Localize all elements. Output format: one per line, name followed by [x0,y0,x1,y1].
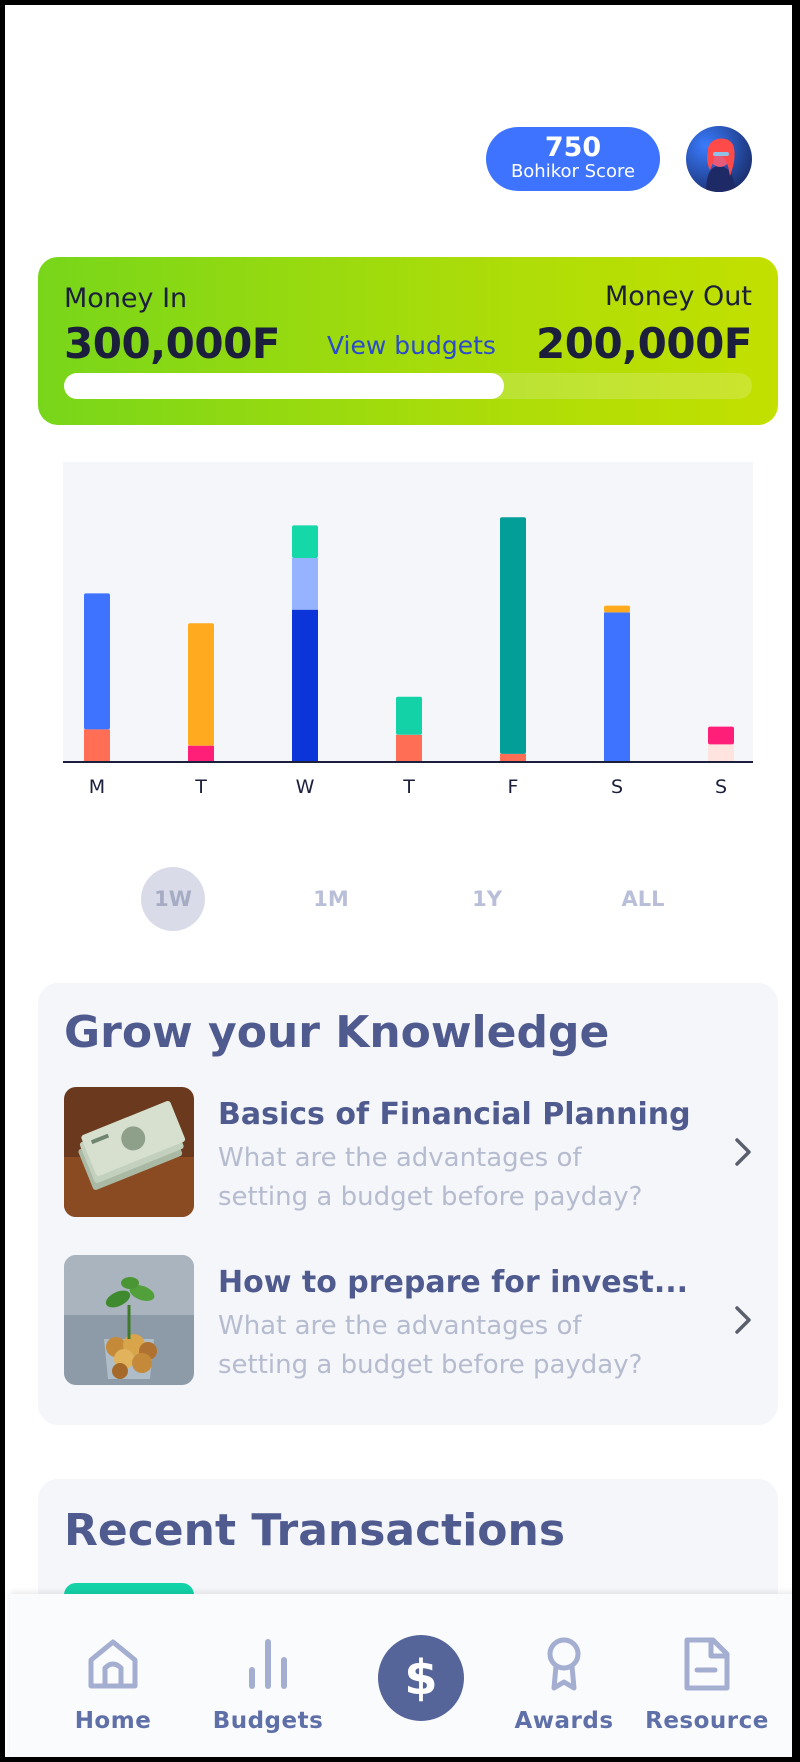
article-description: What are the advantages of setting a bud… [218,1143,643,1212]
score-label: Bohikor Score [510,161,636,182]
chart-x-tick-label: F [508,776,519,798]
money-out-value: 200,000F [536,319,753,368]
score-value: 750 [544,132,602,163]
article-item[interactable]: How to prepare for invest... What are th… [64,1255,764,1385]
money-stack-image [64,1087,194,1217]
chevron-right-icon[interactable] [728,1135,758,1169]
chart-bar-segment[interactable] [84,593,110,730]
nav-label: Budgets [212,1708,324,1734]
period-option-1w[interactable]: 1W [141,867,205,931]
dollar-symbol: $ [404,1650,438,1706]
chart-bar-segment[interactable] [604,612,630,762]
chart-bar-segment[interactable] [396,734,422,762]
chart-bar-segment[interactable] [188,745,214,762]
spending-progress-bar [64,373,752,399]
chart-x-tick-label: M [89,776,105,798]
nav-awards[interactable]: Awards [494,1594,634,1757]
app-screen: 750 Bohikor Score Money In 300,000F Mone… [0,0,800,1762]
knowledge-card: Grow your Knowledge Basics of Financial … [38,983,778,1425]
spending-progress-fill [64,373,505,399]
period-option-1y[interactable]: 1Y [455,867,519,931]
chart-bar-segment[interactable] [188,623,214,746]
home-icon [88,1639,138,1689]
chart-bar-segment[interactable] [708,744,734,762]
nav-label: Awards [514,1708,614,1734]
money-out-label: Money Out [604,281,752,312]
chart-bar-segment[interactable] [708,726,734,745]
chart-svg: MTWTFSS [63,517,753,798]
award-icon [547,1637,581,1691]
chart-x-tick-label: T [402,776,415,798]
chart-x-tick-label: S [715,776,727,798]
chart-bar-segment[interactable] [292,525,318,558]
article-description: What are the advantages of setting a bud… [218,1311,643,1380]
bottom-nav: Home Budgets $ Awards Resource [10,1594,792,1757]
chart-bar-segment[interactable] [500,517,526,754]
chart-bar-segment[interactable] [500,753,526,762]
chart-bar-segment[interactable] [604,605,630,613]
nav-label: Home [74,1708,152,1734]
chart-bar-segment[interactable] [396,696,422,735]
money-in-value: 300,000F [64,319,281,368]
money-summary-card: Money In 300,000F Money Out 200,000F Vie… [38,257,778,425]
period-option-1m[interactable]: 1M [299,867,363,931]
weekly-spending-chart[interactable]: MTWTFSS [63,462,753,800]
coin-plant-image [64,1255,194,1385]
article-title: Basics of Financial Planning [218,1097,691,1132]
user-avatar-icon[interactable] [686,126,752,192]
money-in-label: Money In [64,283,188,314]
bar-chart-icon [249,1639,287,1689]
chart-x-tick-label: W [296,776,315,798]
nav-home[interactable]: Home [43,1594,183,1757]
chart-x-tick-label: T [194,776,207,798]
article-title: How to prepare for invest... [218,1265,689,1300]
chart-bar-segment[interactable] [292,609,318,762]
chart-x-tick-label: S [611,776,623,798]
nav-label: Resource [645,1708,769,1734]
knowledge-title: Grow your Knowledge [64,1007,610,1058]
document-icon [684,1637,730,1691]
nav-resource[interactable]: Resource [637,1594,777,1757]
credit-score-badge[interactable]: 750 Bohikor Score [486,127,660,191]
chart-bar-segment[interactable] [84,729,110,762]
chevron-right-icon[interactable] [728,1303,758,1337]
article-item[interactable]: Basics of Financial Planning What are th… [64,1087,764,1217]
dollar-icon[interactable]: $ [378,1635,464,1721]
view-budgets-link[interactable]: View budgets [327,331,496,360]
chart-bar-segment[interactable] [292,558,318,610]
transactions-title: Recent Transactions [64,1505,566,1556]
nav-budgets[interactable]: Budgets [198,1594,338,1757]
period-option-all[interactable]: ALL [611,867,675,931]
